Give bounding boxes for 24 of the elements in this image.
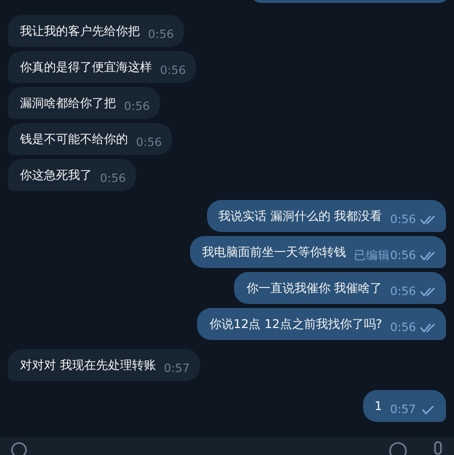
message-time: 0:56 [124,98,150,115]
message-time: 0:56 [390,246,416,264]
message-text: 对对对 我现在先处理转账 [20,357,156,374]
message-time: 0:56 [160,62,186,79]
message-time: 0:57 [390,400,416,418]
message-text: 我说实话 漏洞什么的 我都没看 [218,208,382,225]
message-text: 漏洞啥都给你了把 [20,95,116,112]
emoji-icon[interactable] [388,441,408,455]
message-text: 钱是不可能不给你的 [20,131,128,148]
message-text: 你一直说我催你 我催啥了 [246,280,382,297]
message-text: 1 [374,398,382,415]
message-time: 0:56 [100,170,126,187]
message-text: 你说12点 12点之前我找你了吗? [209,316,382,333]
message-time: 0:56 [390,318,416,336]
message-time: 0:56 [390,210,416,228]
message-time: 0:56 [136,134,162,151]
message-text: 我让我的客户先给你把 [20,23,140,40]
edited-label: 已编辑 [354,246,390,264]
message-time: 0:56 [390,282,416,300]
message-text: 我电脑面前坐一天等你转钱 [202,244,346,261]
message-time: 0:56 [148,26,174,43]
message-text: 你这急死我了 [20,167,92,184]
message-time: 0:57 [164,360,190,377]
message-text: 你真的是得了便宜海这样 [20,59,152,76]
